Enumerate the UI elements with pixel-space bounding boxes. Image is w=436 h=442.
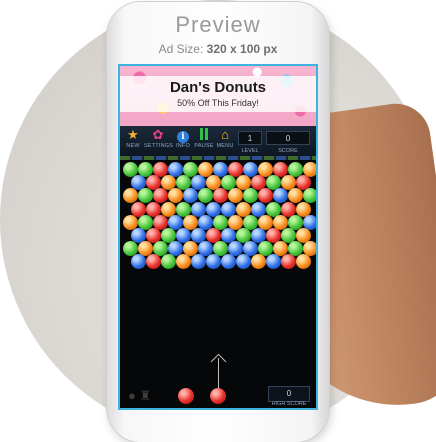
bubble-blue bbox=[273, 188, 288, 204]
high-score-label: HIGH SCORE bbox=[271, 401, 307, 407]
footer-icons: ● ♜ bbox=[128, 388, 151, 404]
ad-size-value: 320 x 100 px bbox=[206, 42, 278, 56]
bubble-orange bbox=[250, 254, 266, 270]
bubble-orange bbox=[288, 188, 303, 204]
bubble-orange bbox=[168, 188, 183, 204]
bomb-icon[interactable]: ● bbox=[128, 388, 136, 403]
bubble-blue bbox=[205, 254, 221, 270]
bubble-orange bbox=[295, 254, 311, 270]
bubble-blue bbox=[265, 254, 281, 270]
bubble-green bbox=[160, 254, 176, 270]
bubble-red bbox=[258, 188, 273, 204]
bubble-red bbox=[153, 188, 168, 204]
ad-size-caption: Ad Size: 320 x 100 px bbox=[107, 42, 329, 56]
bubble-blue bbox=[235, 254, 251, 270]
bubble-blue bbox=[130, 254, 146, 270]
preview-title: Preview bbox=[175, 12, 261, 37]
ad-size-label: Ad Size: bbox=[158, 42, 204, 56]
bubble-green bbox=[198, 188, 213, 204]
game-screen[interactable]: Dan's Donuts 50% Off This Friday! ★ NEW … bbox=[118, 64, 318, 410]
high-score-value: 0 bbox=[268, 386, 310, 402]
bubble-blue bbox=[190, 254, 206, 270]
shooter-ball[interactable] bbox=[210, 388, 226, 404]
bubble-green bbox=[303, 188, 316, 204]
bubble-orange bbox=[228, 188, 243, 204]
bubble-green bbox=[138, 188, 153, 204]
trophy-icon[interactable]: ♜ bbox=[139, 388, 151, 403]
bubble-blue bbox=[220, 254, 236, 270]
bubble-red bbox=[213, 188, 228, 204]
bubble-orange bbox=[123, 188, 138, 204]
bubble-orange bbox=[175, 254, 191, 270]
bubble-red bbox=[145, 254, 161, 270]
next-ball bbox=[178, 388, 194, 404]
bubble-blue bbox=[183, 188, 198, 204]
bubble-green bbox=[243, 188, 258, 204]
bubble-red bbox=[280, 254, 296, 270]
